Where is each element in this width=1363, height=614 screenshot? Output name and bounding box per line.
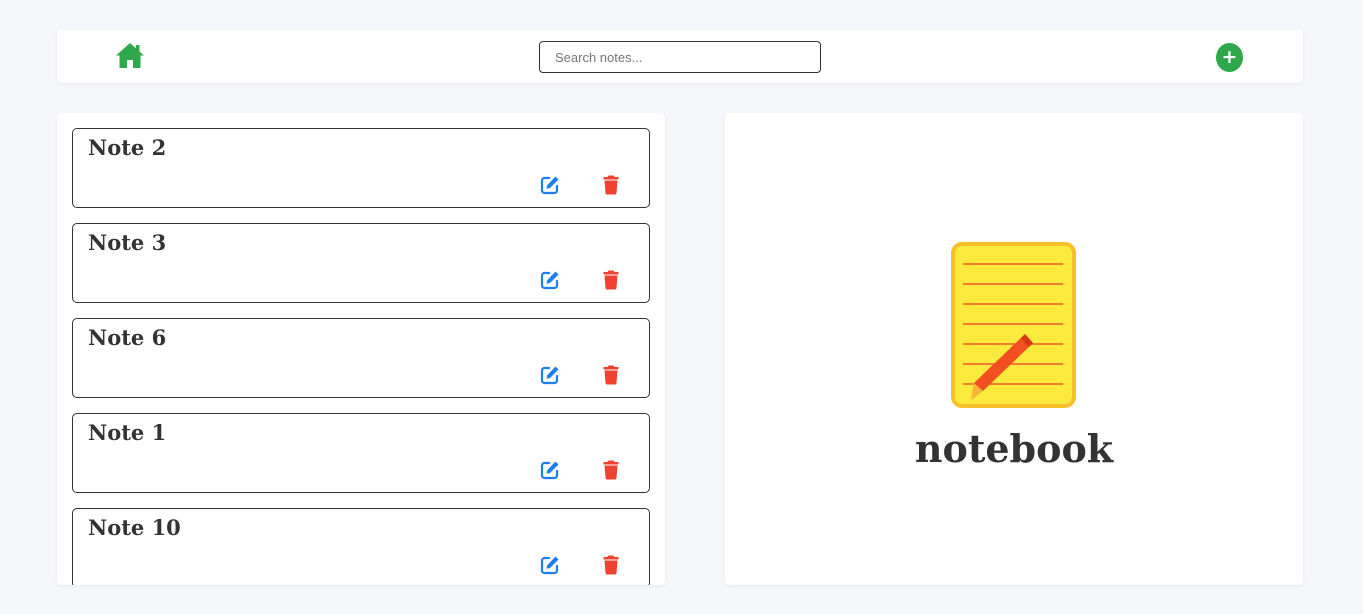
edit-note-button[interactable] — [540, 365, 560, 385]
trash-icon — [603, 175, 619, 195]
note-title: Note 3 — [88, 230, 167, 255]
note-title: Note 2 — [88, 135, 167, 160]
home-button[interactable] — [115, 42, 145, 70]
note-card[interactable]: Note 1 — [72, 413, 650, 493]
note-title: Note 1 — [88, 420, 167, 445]
note-card[interactable]: Note 3 — [72, 223, 650, 303]
trash-icon — [603, 270, 619, 290]
top-navbar: + — [57, 30, 1303, 83]
edit-note-button[interactable] — [540, 555, 560, 575]
trash-icon — [603, 460, 619, 480]
note-preview-panel: notebook — [725, 113, 1303, 585]
trash-icon — [603, 365, 619, 385]
search-input[interactable] — [539, 41, 821, 73]
delete-note-button[interactable] — [603, 270, 619, 290]
edit-icon — [540, 461, 559, 480]
add-note-button[interactable]: + — [1216, 43, 1243, 72]
notebook-icon — [951, 242, 1076, 408]
edit-note-button[interactable] — [540, 270, 560, 290]
edit-icon — [540, 366, 559, 385]
edit-note-button[interactable] — [540, 460, 560, 480]
note-title: Note 6 — [88, 325, 167, 350]
delete-note-button[interactable] — [603, 555, 619, 575]
edit-icon — [540, 271, 559, 290]
delete-note-button[interactable] — [603, 460, 619, 480]
note-list: Note 2 Note 3 Note 6 Note 1 Note 10 — [72, 128, 650, 585]
delete-note-button[interactable] — [603, 175, 619, 195]
note-card[interactable]: Note 2 — [72, 128, 650, 208]
brand-title: notebook — [914, 426, 1114, 471]
edit-icon — [540, 556, 559, 575]
note-title: Note 10 — [88, 515, 181, 540]
home-icon — [116, 43, 144, 68]
edit-note-button[interactable] — [540, 175, 560, 195]
delete-note-button[interactable] — [603, 365, 619, 385]
trash-icon — [603, 555, 619, 575]
edit-icon — [540, 176, 559, 195]
notes-list-panel: Note 2 Note 3 Note 6 Note 1 Note 10 — [57, 113, 665, 585]
note-card[interactable]: Note 10 — [72, 508, 650, 585]
note-card[interactable]: Note 6 — [72, 318, 650, 398]
